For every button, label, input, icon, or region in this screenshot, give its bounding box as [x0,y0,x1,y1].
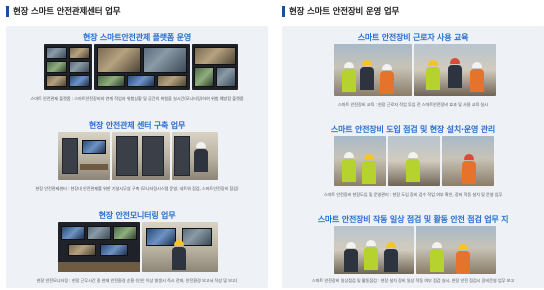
server-rack-photo [112,132,170,180]
left-block-center-photos [58,132,218,180]
equipment-demo-photo [414,44,496,96]
left-block-center: 현장 안전관제 센터 구축 업무 [6,120,268,131]
left-block-platform-photos [44,44,238,90]
operator-photo [142,222,218,272]
right-column-heading: 현장 스마트 안전장비 운영 업무 [282,4,544,18]
cctv-view-photo [192,44,238,90]
right-block-check-photos [334,226,496,274]
technician-photo [172,132,218,180]
block-title: 스마트 안전장비 근로자 사용 교육 [357,33,469,42]
block-caption: 스마트 안전장비 일상점검 및 활동점검 : 현장 설치 장비 일상 작동 여부… [311,278,515,283]
site-equipment-photo [442,136,494,186]
right-block-education: 스마트 안전장비 근로자 사용 교육 [282,32,544,43]
right-block-check: 스마트 안전장비 작동 일상 점검 및 활동 안전 점검 업무 지 [282,214,544,225]
block-title: 스마트 안전장비 도입 점검 및 현장 설치·운영 관리 [330,125,496,134]
block-caption: 스마트 안전관제 플랫폼 : 스마트안전장비와 연계 작업자 위험상황 및 공간… [30,96,244,101]
monitor-wall-photo [44,44,92,90]
block-title: 스마트 안전장비 작동 일상 점검 및 활동 안전 점검 업무 지 [317,215,509,224]
block-caption: 스마트 안전장비 교육 : 현장 근로자 작업 투입 전 스마트안전장비 효과 … [338,102,488,107]
platform-dashboard-photo [94,44,190,90]
safety-patrol-photo [416,226,496,274]
left-heading-text: 현장 스마트 안전관제센터 업무 [13,7,121,17]
right-block-install: 스마트 안전장비 도입 점검 및 현장 설치·운영 관리 [282,124,544,135]
left-column-heading: 현장 스마트 안전관제센터 업무 [6,4,268,18]
monitoring-desk-photo [58,222,140,272]
block-caption: 현장 안전관제센터 : 현장내 안전관제를 위한 기설시무실 구축 (모니터링시… [35,186,239,191]
left-block-monitoring: 현장 안전모니터링 업무 [6,210,268,221]
device-install-photo [388,136,440,186]
block-caption: 현장 안전모니터링 : 현장 근무시간 중 현재 안전환경 순환 (인인 이상 … [36,278,238,283]
heading-accent-bar [282,5,285,17]
right-block-install-photos [334,136,494,186]
right-block-education-photos [334,44,496,96]
heading-accent-bar [6,5,9,17]
control-room-photo [58,132,110,180]
block-title: 현장 안전관제 센터 구축 업무 [88,121,186,130]
daily-check-photo [334,226,414,274]
block-title: 현장 스마트안전관제 플랫폼 운영 [83,33,191,42]
right-panel: 스마트 안전장비 근로자 사용 교육 스마트 안전장비 교육 : 현장 근로자 … [282,26,544,288]
worker-training-photo [334,44,412,96]
block-title: 현장 안전모니터링 업무 [98,211,176,220]
left-block-platform: 현장 스마트안전관제 플랫폼 운영 [6,32,268,43]
left-block-monitoring-photos [58,222,218,272]
site-inspection-photo [334,136,386,186]
left-column: 현장 스마트 안전관제센터 업무 현장 스마트안전관제 플랫폼 운영 스마트 안… [6,4,268,288]
block-caption: 스마트 안전장비 현장도입 및 운영관리 : 현장 도입 장비 검수 작업 여부… [323,192,503,197]
right-column: 현장 스마트 안전장비 운영 업무 스마트 안전장비 근로자 사용 교육 스마트… [282,4,544,288]
left-panel: 현장 스마트안전관제 플랫폼 운영 스마트 안전관제 플랫폼: 스마트안전장비… [6,26,268,288]
right-heading-text: 현장 스마트 안전장비 운영 업무 [289,7,400,17]
